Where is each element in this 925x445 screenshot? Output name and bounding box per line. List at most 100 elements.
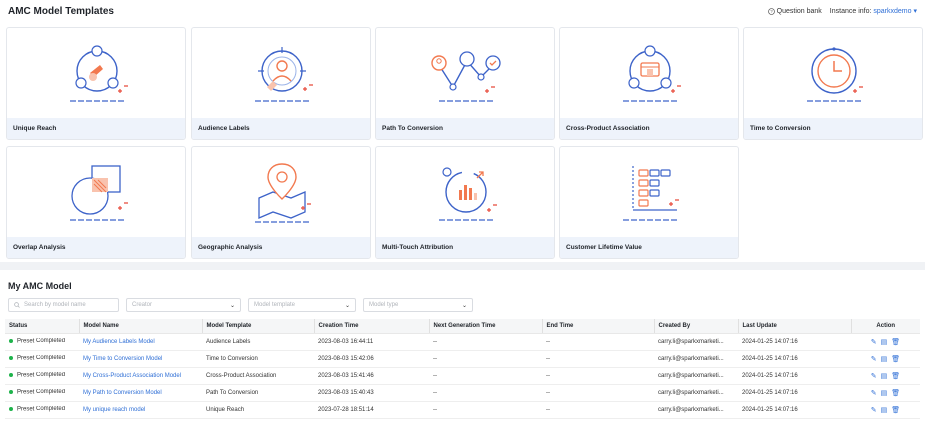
table-row: Preset Completed My Path to Conversion Mo… (5, 384, 920, 402)
model-type: Preset (17, 372, 35, 379)
column-header[interactable]: Last Update (737, 319, 851, 334)
status-cell: Preset Completed (5, 367, 79, 385)
column-header[interactable]: End Time (541, 319, 654, 334)
delete-icon[interactable]: 🗑 (891, 355, 900, 363)
template-card-path-to-conversion[interactable]: Path To Conversion (375, 27, 555, 140)
column-header[interactable]: Creation Time (313, 319, 429, 334)
delete-icon[interactable]: 🗑 (891, 389, 900, 397)
status-dot (9, 339, 13, 344)
column-header[interactable]: Next Generation Time (428, 319, 542, 334)
creation-time-cell: 2023-08-03 15:42:06 (314, 350, 429, 368)
creation-time-cell: 2023-08-03 15:41:46 (314, 367, 429, 385)
column-header[interactable]: Model Name (78, 319, 202, 334)
model-name-link[interactable]: My Path to Conversion Model (83, 390, 162, 396)
status-dot (9, 356, 13, 361)
end-time-cell: -- (542, 401, 654, 419)
edit-icon[interactable]: ✎ (871, 338, 877, 346)
model-type: Preset (17, 406, 35, 413)
template-card-label: Cross-Product Association (560, 118, 738, 139)
delete-icon[interactable]: 🗑 (891, 406, 900, 414)
model-type: Preset (17, 389, 35, 396)
chevron-down-icon: ⌄ (229, 302, 235, 309)
next-generation-cell: -- (429, 350, 542, 368)
template-card-time-to-conversion[interactable]: Time to Conversion (743, 27, 923, 140)
caret-down-icon: ▾ (913, 8, 917, 15)
status-dot (9, 407, 13, 412)
last-update-cell: 2024-01-25 14:07:16 (738, 350, 851, 368)
attribution-icon (376, 147, 554, 239)
view-details-icon[interactable]: ▤ (881, 406, 888, 414)
created-by-cell: carry.li@sparkxmarketi... (654, 333, 738, 351)
status-text: Completed (36, 372, 66, 379)
last-update-cell: 2024-01-25 14:07:16 (738, 384, 851, 402)
next-generation-cell: -- (429, 333, 542, 351)
overlap-icon (7, 147, 185, 239)
template-card-label: Overlap Analysis (7, 237, 185, 258)
page-title: AMC Model Templates (8, 6, 114, 17)
view-details-icon[interactable]: ▤ (881, 389, 888, 397)
view-details-icon[interactable]: ▤ (881, 372, 888, 380)
model-type-select[interactable]: Model type ⌄ (363, 298, 473, 312)
edit-icon[interactable]: ✎ (871, 389, 877, 397)
created-by-cell: carry.li@sparkxmarketi... (654, 401, 738, 419)
question-bank-link[interactable]: ? Question bank (767, 7, 822, 15)
model-template-cell: Cross-Product Association (202, 367, 314, 385)
template-card-customer-lifetime-value[interactable]: Customer Lifetime Value (559, 146, 739, 259)
question-icon: ? (767, 7, 775, 15)
creator-select[interactable]: Creator ⌄ (126, 298, 241, 312)
column-header[interactable]: Status (5, 319, 79, 334)
edit-icon[interactable]: ✎ (871, 355, 877, 363)
path-to-conversion-icon (376, 28, 554, 120)
model-template-cell: Audience Labels (202, 333, 314, 351)
status-dot (9, 390, 13, 395)
model-name-link[interactable]: My Audience Labels Model (83, 339, 155, 345)
template-card-cross-product[interactable]: Cross-Product Association (559, 27, 739, 140)
template-card-label: Unique Reach (7, 118, 185, 139)
model-template-select[interactable]: Model template ⌄ (248, 298, 356, 312)
row-actions: ✎ ▤ 🗑 (855, 338, 916, 346)
edit-icon[interactable]: ✎ (871, 406, 877, 414)
table-row: Preset Completed My Cross-Product Associa… (5, 367, 920, 385)
my-models-section: My AMC Model Search by model name Creato… (0, 270, 925, 445)
model-name-link[interactable]: My Time to Conversion Model (83, 356, 162, 362)
model-name-link[interactable]: My unique reach model (83, 407, 145, 413)
template-card-geographic-analysis[interactable]: Geographic Analysis (191, 146, 371, 259)
model-type: Preset (17, 338, 35, 345)
next-generation-cell: -- (429, 384, 542, 402)
unique-reach-icon (7, 28, 185, 120)
template-card-overlap-analysis[interactable]: Overlap Analysis (6, 146, 186, 259)
end-time-cell: -- (542, 367, 654, 385)
chevron-down-icon: ⌄ (344, 302, 350, 309)
lifetime-value-icon (560, 147, 738, 239)
template-card-unique-reach[interactable]: Unique Reach (6, 27, 186, 140)
table-row: Preset Completed My unique reach model Uni… (5, 401, 920, 419)
status-cell: Preset Completed (5, 333, 79, 351)
model-name-link[interactable]: My Cross-Product Association Model (83, 373, 181, 379)
template-card-label: Multi-Touch Attribution (376, 237, 554, 258)
template-card-audience-labels[interactable]: Audience Labels (191, 27, 371, 140)
column-header[interactable]: Model Template (201, 319, 314, 334)
column-header[interactable]: Created By (653, 319, 738, 334)
edit-icon[interactable]: ✎ (871, 372, 877, 380)
template-card-label: Path To Conversion (376, 118, 554, 139)
column-header: Action (850, 319, 920, 334)
creation-time-cell: 2023-08-03 15:40:43 (314, 384, 429, 402)
instance-info[interactable]: Instance info: sparkxdemo ▾ (830, 7, 917, 15)
view-details-icon[interactable]: ▤ (881, 338, 888, 346)
model-template-cell: Time to Conversion (202, 350, 314, 368)
clock-icon (744, 28, 922, 120)
map-pin-icon (192, 147, 370, 239)
delete-icon[interactable]: 🗑 (891, 338, 900, 346)
template-card-multi-touch-attribution[interactable]: Multi-Touch Attribution (375, 146, 555, 259)
models-table: Status Model Name Model Template Creatio… (5, 319, 920, 419)
row-actions: ✎ ▤ 🗑 (855, 355, 916, 363)
delete-icon[interactable]: 🗑 (891, 372, 900, 380)
table-header-row: Status Model Name Model Template Creatio… (5, 319, 920, 334)
next-generation-cell: -- (429, 367, 542, 385)
status-cell: Preset Completed (5, 384, 79, 402)
end-time-cell: -- (542, 350, 654, 368)
search-input[interactable]: Search by model name (8, 298, 119, 312)
view-details-icon[interactable]: ▤ (881, 355, 888, 363)
template-card-label: Customer Lifetime Value (560, 237, 738, 258)
row-actions: ✎ ▤ 🗑 (855, 372, 916, 380)
